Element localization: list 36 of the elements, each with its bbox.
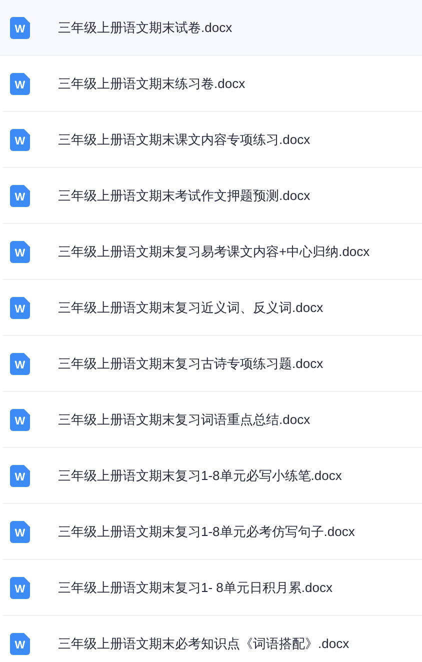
file-name: 三年级上册语文期末复习1-8单元必写小练笔.docx [58,466,342,485]
word-document-icon: W [10,464,30,486]
file-row[interactable]: W 三年级上册语文期末必考知识点《词语搭配》.docx [3,616,422,662]
file-row[interactable]: W 三年级上册语文期末复习近义词、反义词.docx [3,280,422,336]
file-name: 三年级上册语文期末试卷.docx [58,18,232,37]
word-document-icon: W [10,520,30,542]
file-name: 三年级上册语文期末必考知识点《词语搭配》.docx [58,634,350,653]
file-row[interactable]: W 三年级上册语文期末复习易考课文内容+中心归纳.docx [3,224,422,280]
word-document-icon: W [10,408,30,430]
file-row[interactable]: W 三年级上册语文期末复习词语重点总结.docx [3,392,422,448]
file-row[interactable]: W 三年级上册语文期末复习1-8单元必写小练笔.docx [3,448,422,504]
file-row[interactable]: W 三年级上册语文期末考试作文押题预测.docx [3,168,422,224]
word-document-icon: W [10,128,30,150]
file-name: 三年级上册语文期末复习词语重点总结.docx [58,410,310,429]
file-row[interactable]: W 三年级上册语文期末课文内容专项练习.docx [3,112,422,168]
file-name: 三年级上册语文期末课文内容专项练习.docx [58,130,310,149]
file-name: 三年级上册语文期末复习古诗专项练习题.docx [58,354,324,373]
word-document-icon: W [10,576,30,598]
word-document-icon: W [10,632,30,654]
file-row[interactable]: W 三年级上册语文期末复习1-8单元必考仿写句子.docx [3,504,422,560]
file-name: 三年级上册语文期末考试作文押题预测.docx [58,186,310,205]
file-name: 三年级上册语文期末练习卷.docx [58,74,246,93]
file-row[interactable]: W 三年级上册语文期末练习卷.docx [3,56,422,112]
file-name: 三年级上册语文期末复习易考课文内容+中心归纳.docx [58,242,370,261]
file-name: 三年级上册语文期末复习1- 8单元日积月累.docx [58,578,332,597]
file-name: 三年级上册语文期末复习近义词、反义词.docx [58,298,324,317]
file-name: 三年级上册语文期末复习1-8单元必考仿写句子.docx [58,522,355,541]
word-document-icon: W [10,352,30,374]
word-document-icon: W [10,240,30,262]
file-row[interactable]: W 三年级上册语文期末复习古诗专项练习题.docx [3,336,422,392]
file-row[interactable]: W 三年级上册语文期末试卷.docx [0,0,422,56]
word-document-icon: W [10,296,30,318]
word-document-icon: W [10,72,30,94]
file-row[interactable]: W 三年级上册语文期末复习1- 8单元日积月累.docx [3,560,422,616]
word-document-icon: W [10,184,30,206]
word-document-icon: W [10,16,30,38]
